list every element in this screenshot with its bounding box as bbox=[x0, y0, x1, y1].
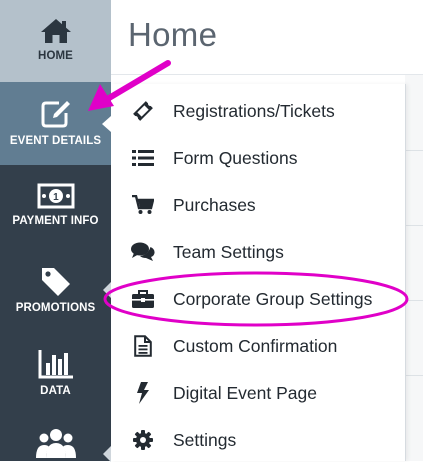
sidebar-item-label: PROMOTIONS bbox=[15, 302, 96, 314]
sidebar-item-promotions[interactable]: PROMOTIONS bbox=[0, 248, 111, 331]
sidebar-item-data[interactable]: DATA bbox=[0, 331, 111, 414]
page-title: Home bbox=[128, 16, 218, 53]
menu-item-label: Team Settings bbox=[173, 241, 284, 262]
briefcase-icon bbox=[130, 289, 156, 309]
ticket-icon bbox=[130, 100, 156, 122]
users-icon bbox=[35, 428, 76, 458]
edit-icon bbox=[40, 99, 72, 129]
sidebar-item-people[interactable] bbox=[0, 414, 111, 461]
comments-icon bbox=[130, 242, 156, 262]
sidebar-notch-people bbox=[103, 446, 111, 462]
menu-item-label: Digital Event Page bbox=[173, 382, 317, 403]
bar-chart-icon bbox=[38, 349, 74, 379]
list-icon bbox=[130, 149, 156, 167]
menu-item-label: Corporate Group Settings bbox=[173, 288, 373, 309]
menu-item-digital-event-page[interactable]: Digital Event Page bbox=[111, 372, 405, 414]
cart-icon bbox=[130, 195, 156, 215]
menu-item-label: Settings bbox=[173, 429, 237, 450]
menu-item-label: Custom Confirmation bbox=[173, 335, 338, 356]
menu-item-corporate-group-settings[interactable]: Corporate Group Settings bbox=[111, 278, 405, 320]
sidebar: HOME EVENT DETAILS 1 PAYMENT INFO PROMOT… bbox=[0, 0, 111, 461]
gear-icon bbox=[130, 430, 156, 450]
menu-item-custom-confirmation[interactable]: Custom Confirmation bbox=[111, 325, 405, 367]
sidebar-item-label: PAYMENT INFO bbox=[12, 215, 99, 227]
menu-item-team-settings[interactable]: Team Settings bbox=[111, 231, 405, 273]
menu-item-label: Registrations/Tickets bbox=[173, 100, 335, 121]
sidebar-item-event-details[interactable]: EVENT DETAILS bbox=[0, 82, 111, 165]
menu-item-purchases[interactable]: Purchases bbox=[111, 184, 405, 226]
page-background bbox=[405, 75, 423, 461]
menu-item-registrations-tickets[interactable]: Registrations/Tickets bbox=[111, 90, 405, 132]
sidebar-notch-promotions bbox=[103, 282, 111, 298]
menu-pointer bbox=[102, 116, 111, 132]
page-header: Home bbox=[111, 0, 423, 75]
menu-item-label: Form Questions bbox=[173, 147, 298, 168]
sidebar-item-payment-info[interactable]: 1 PAYMENT INFO bbox=[0, 165, 111, 248]
tag-icon bbox=[40, 266, 72, 296]
menu-item-label: Purchases bbox=[173, 194, 256, 215]
sidebar-item-home[interactable]: HOME bbox=[0, 0, 111, 82]
svg-text:1: 1 bbox=[53, 192, 59, 203]
menu-item-form-questions[interactable]: Form Questions bbox=[111, 137, 405, 179]
money-icon: 1 bbox=[37, 183, 75, 209]
event-details-menu: Registrations/Tickets Form Questions Pur bbox=[111, 84, 406, 461]
sidebar-item-label: DATA bbox=[40, 385, 71, 397]
sidebar-item-label: HOME bbox=[38, 50, 73, 62]
home-icon bbox=[40, 18, 72, 44]
sidebar-item-label: EVENT DETAILS bbox=[9, 135, 102, 147]
menu-item-settings[interactable]: Settings bbox=[111, 419, 405, 461]
bolt-icon bbox=[130, 382, 156, 404]
document-icon bbox=[130, 335, 156, 357]
